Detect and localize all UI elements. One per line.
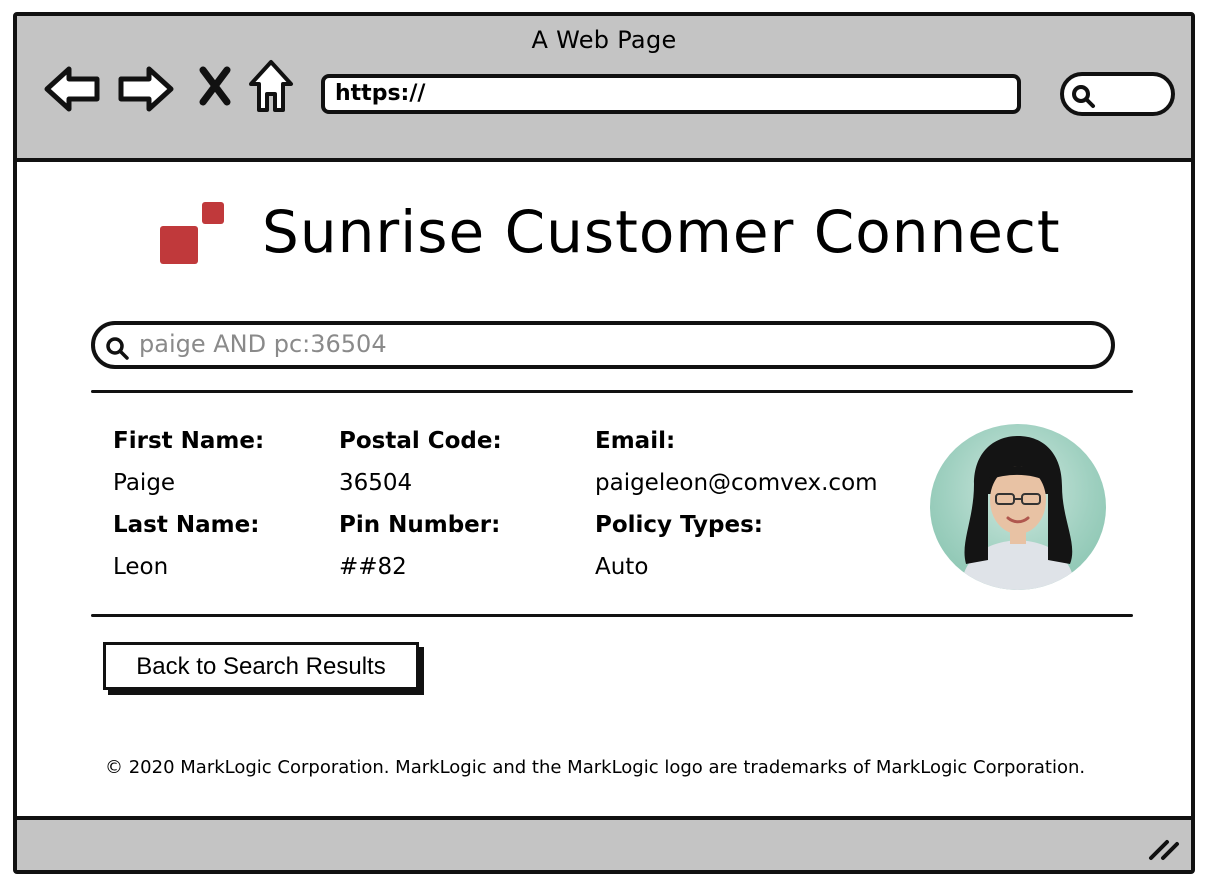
postal-code-label: Postal Code: [339, 428, 502, 454]
search-query-text: paige AND pc:36504 [139, 330, 387, 358]
search-icon [106, 337, 129, 360]
resize-grip-icon[interactable] [1147, 836, 1181, 862]
divider-bottom [91, 614, 1133, 617]
policy-types-value: Auto [595, 554, 649, 580]
person-avatar-icon [960, 436, 1076, 590]
divider-top [91, 390, 1133, 393]
first-name-value: Paige [113, 470, 176, 496]
first-name-label: First Name: [113, 428, 265, 454]
pin-number-value: ##82 [339, 554, 407, 580]
search-icon [1072, 85, 1095, 108]
policy-types-label: Policy Types: [595, 512, 763, 538]
browser-toolbar: A Web Page https:// [17, 16, 1191, 162]
footer-copyright: © 2020 MarkLogic Corporation. MarkLogic … [105, 757, 1086, 778]
back-arrow-icon[interactable] [43, 64, 103, 114]
forward-arrow-icon[interactable] [115, 64, 175, 114]
last-name-value: Leon [113, 554, 169, 580]
back-to-search-results-button[interactable]: Back to Search Results [103, 642, 419, 690]
url-bar[interactable]: https:// [321, 74, 1021, 114]
customer-photo [930, 424, 1106, 590]
app-logo [160, 202, 224, 264]
postal-code-value: 36504 [339, 470, 413, 496]
search-input[interactable]: paige AND pc:36504 [91, 321, 1115, 369]
home-icon[interactable] [247, 58, 295, 114]
email-label: Email: [595, 428, 676, 454]
stop-icon[interactable] [197, 66, 233, 106]
app-title: Sunrise Customer Connect [262, 198, 1061, 266]
browser-search-field[interactable] [1060, 72, 1175, 116]
window-title: A Web Page [531, 26, 677, 54]
email-value: paigeleon@comvex.com [595, 470, 878, 496]
browser-window: A Web Page https:// Sunrise Customer Con… [13, 12, 1195, 874]
last-name-label: Last Name: [113, 512, 260, 538]
browser-status-bar [17, 816, 1191, 870]
pin-number-label: Pin Number: [339, 512, 501, 538]
